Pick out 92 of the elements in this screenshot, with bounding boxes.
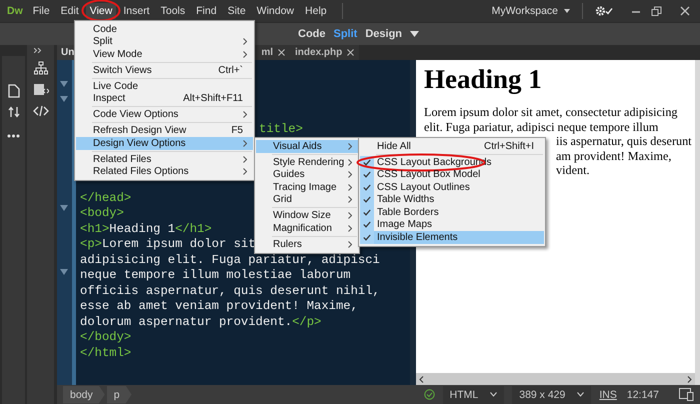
menu-item[interactable]: File — [28, 3, 54, 19]
close-icon[interactable] — [278, 49, 286, 56]
app-logo: Dw — [7, 5, 23, 17]
menu-item[interactable]: Image Maps — [360, 218, 544, 231]
workspace-dropdown[interactable]: MyWorkspace — [488, 3, 574, 19]
menu-item[interactable]: Help — [301, 3, 331, 19]
code-line: <p>Lorem ipsum dolor sit — [80, 237, 256, 252]
fold-arrow-icon[interactable] — [60, 269, 68, 275]
gear-icon[interactable] — [595, 5, 613, 17]
horizontal-scrollbar[interactable] — [416, 373, 695, 385]
document-tab[interactable]: Un — [57, 45, 76, 60]
code-line: esse ab amet veniam provident! Maxime, — [80, 299, 358, 314]
menu-item[interactable]: Tools — [156, 3, 190, 19]
close-icon[interactable] — [347, 49, 354, 56]
insert-mode[interactable]: INS — [599, 388, 617, 400]
cursor-position: 12:147 — [626, 388, 659, 400]
device-preview-icon[interactable] — [679, 388, 694, 401]
breadcrumb-tag[interactable]: body — [63, 386, 105, 404]
view-tab[interactable]: Split — [334, 28, 358, 40]
menu-item[interactable]: Code — [76, 23, 253, 36]
menu-item[interactable]: Magnification — [256, 222, 358, 234]
fold-arrow-icon[interactable] — [60, 96, 68, 102]
menu-item[interactable]: Grid — [256, 194, 358, 206]
chevron-icon — [577, 392, 584, 397]
code-panel-icon[interactable] — [32, 83, 48, 97]
fold-arrow-icon[interactable] — [60, 205, 68, 211]
menu-item[interactable]: Table Borders — [360, 206, 544, 218]
menu-item[interactable]: Rulers — [256, 238, 358, 250]
menu-item[interactable]: Hide All Ctrl+Shift+I — [360, 140, 544, 152]
menu-item[interactable]: Find — [192, 3, 221, 19]
menu-item[interactable]: Window — [252, 3, 298, 19]
menu-item[interactable]: Table Widths — [360, 194, 544, 206]
document-type-dropdown[interactable]: HTML — [442, 386, 504, 404]
window-size-dropdown[interactable]: 389 x 429 — [512, 386, 592, 404]
code-line: dolorum aspernatur provident.</p> — [80, 314, 322, 330]
menu-item[interactable]: Split — [76, 36, 253, 48]
code-line: <body> — [80, 206, 124, 222]
document-tab[interactable]: ml — [256, 45, 290, 60]
menu-item[interactable]: CSS Layout Outlines — [360, 181, 544, 194]
code-line: title> — [259, 122, 303, 138]
menu-item[interactable]: Inspect Alt+Shift+F11 — [76, 92, 253, 105]
code-line: <h1>Heading 1</h1> — [80, 222, 212, 237]
view-tab[interactable]: Design — [365, 28, 402, 40]
fold-arrow-icon[interactable] — [60, 81, 68, 87]
paragraph-line: am provident! Maxime, — [556, 148, 672, 163]
close-icon[interactable] — [680, 6, 690, 16]
paragraph-line: Lorem ipsum dolor sit amet, consectetur adipisicing — [424, 105, 678, 120]
code-line: adipisicing elit. Fuga pariatur, adipisci — [80, 252, 380, 268]
menu-item[interactable]: CSS Layout Box Model — [360, 168, 544, 181]
menu-item[interactable]: Design View Options — [76, 137, 253, 150]
menu-item[interactable]: Related Files — [76, 153, 253, 166]
caret-icon — [564, 9, 570, 13]
menu-item[interactable]: Live Code — [76, 80, 253, 92]
menu-item[interactable]: Guides — [256, 168, 358, 181]
menu-item[interactable]: Insert — [119, 3, 154, 19]
paragraph-line: iis aspernatur, quis deserunt — [556, 134, 692, 148]
code-line: neque tempore illum molestiae laborum — [80, 268, 351, 284]
more-icon[interactable] — [7, 134, 20, 138]
menu-item[interactable]: Style Rendering — [256, 156, 358, 168]
check-circle-icon — [424, 389, 435, 400]
menu-item[interactable]: View Mode — [76, 48, 253, 60]
paragraph-line: elit. Fuga pariatur, adipisci neque tempore illum — [424, 120, 658, 134]
menu-item[interactable]: Window Size — [256, 210, 358, 222]
file-icon[interactable] — [8, 84, 20, 98]
code-line: </head> — [80, 190, 132, 206]
scroll-left-icon[interactable] — [419, 376, 424, 382]
breadcrumb-tag[interactable]: p — [106, 386, 132, 404]
menu-item[interactable]: Site — [224, 3, 250, 19]
menu-item[interactable]: Refresh Design View F5 — [76, 124, 253, 137]
scroll-right-icon[interactable] — [687, 376, 692, 382]
page-heading: Heading 1 — [424, 64, 542, 95]
code-line: officiis aspernatur, quis deserunt nihil, — [80, 284, 380, 299]
code-icon[interactable] — [32, 105, 48, 117]
menu-item[interactable]: Code View Options — [76, 108, 253, 121]
sort-arrows-icon[interactable] — [8, 106, 20, 118]
vertical-scrollbar[interactable] — [695, 60, 700, 385]
menu-item[interactable]: Invisible Elements — [360, 231, 544, 244]
menu-item[interactable]: Switch Views Ctrl+` — [76, 64, 253, 76]
paragraph-line: vident. — [556, 163, 590, 178]
sitemap-icon[interactable] — [34, 61, 48, 75]
caret-icon[interactable] — [410, 31, 420, 37]
menu-item[interactable]: Visual Aids — [256, 140, 358, 152]
view-tab[interactable]: Code — [298, 28, 326, 40]
restore-icon[interactable] — [651, 6, 662, 16]
expand-icon[interactable] — [34, 48, 42, 53]
document-tab[interactable]: index.php — [290, 45, 360, 60]
menu-item[interactable]: Tracing Image — [256, 181, 358, 194]
code-line: </body> — [80, 330, 132, 346]
chevron-icon — [490, 392, 498, 397]
menu-item[interactable]: Related Files Options — [76, 166, 253, 178]
menu-item[interactable]: Edit — [56, 3, 83, 19]
code-line: </html> — [80, 346, 132, 361]
